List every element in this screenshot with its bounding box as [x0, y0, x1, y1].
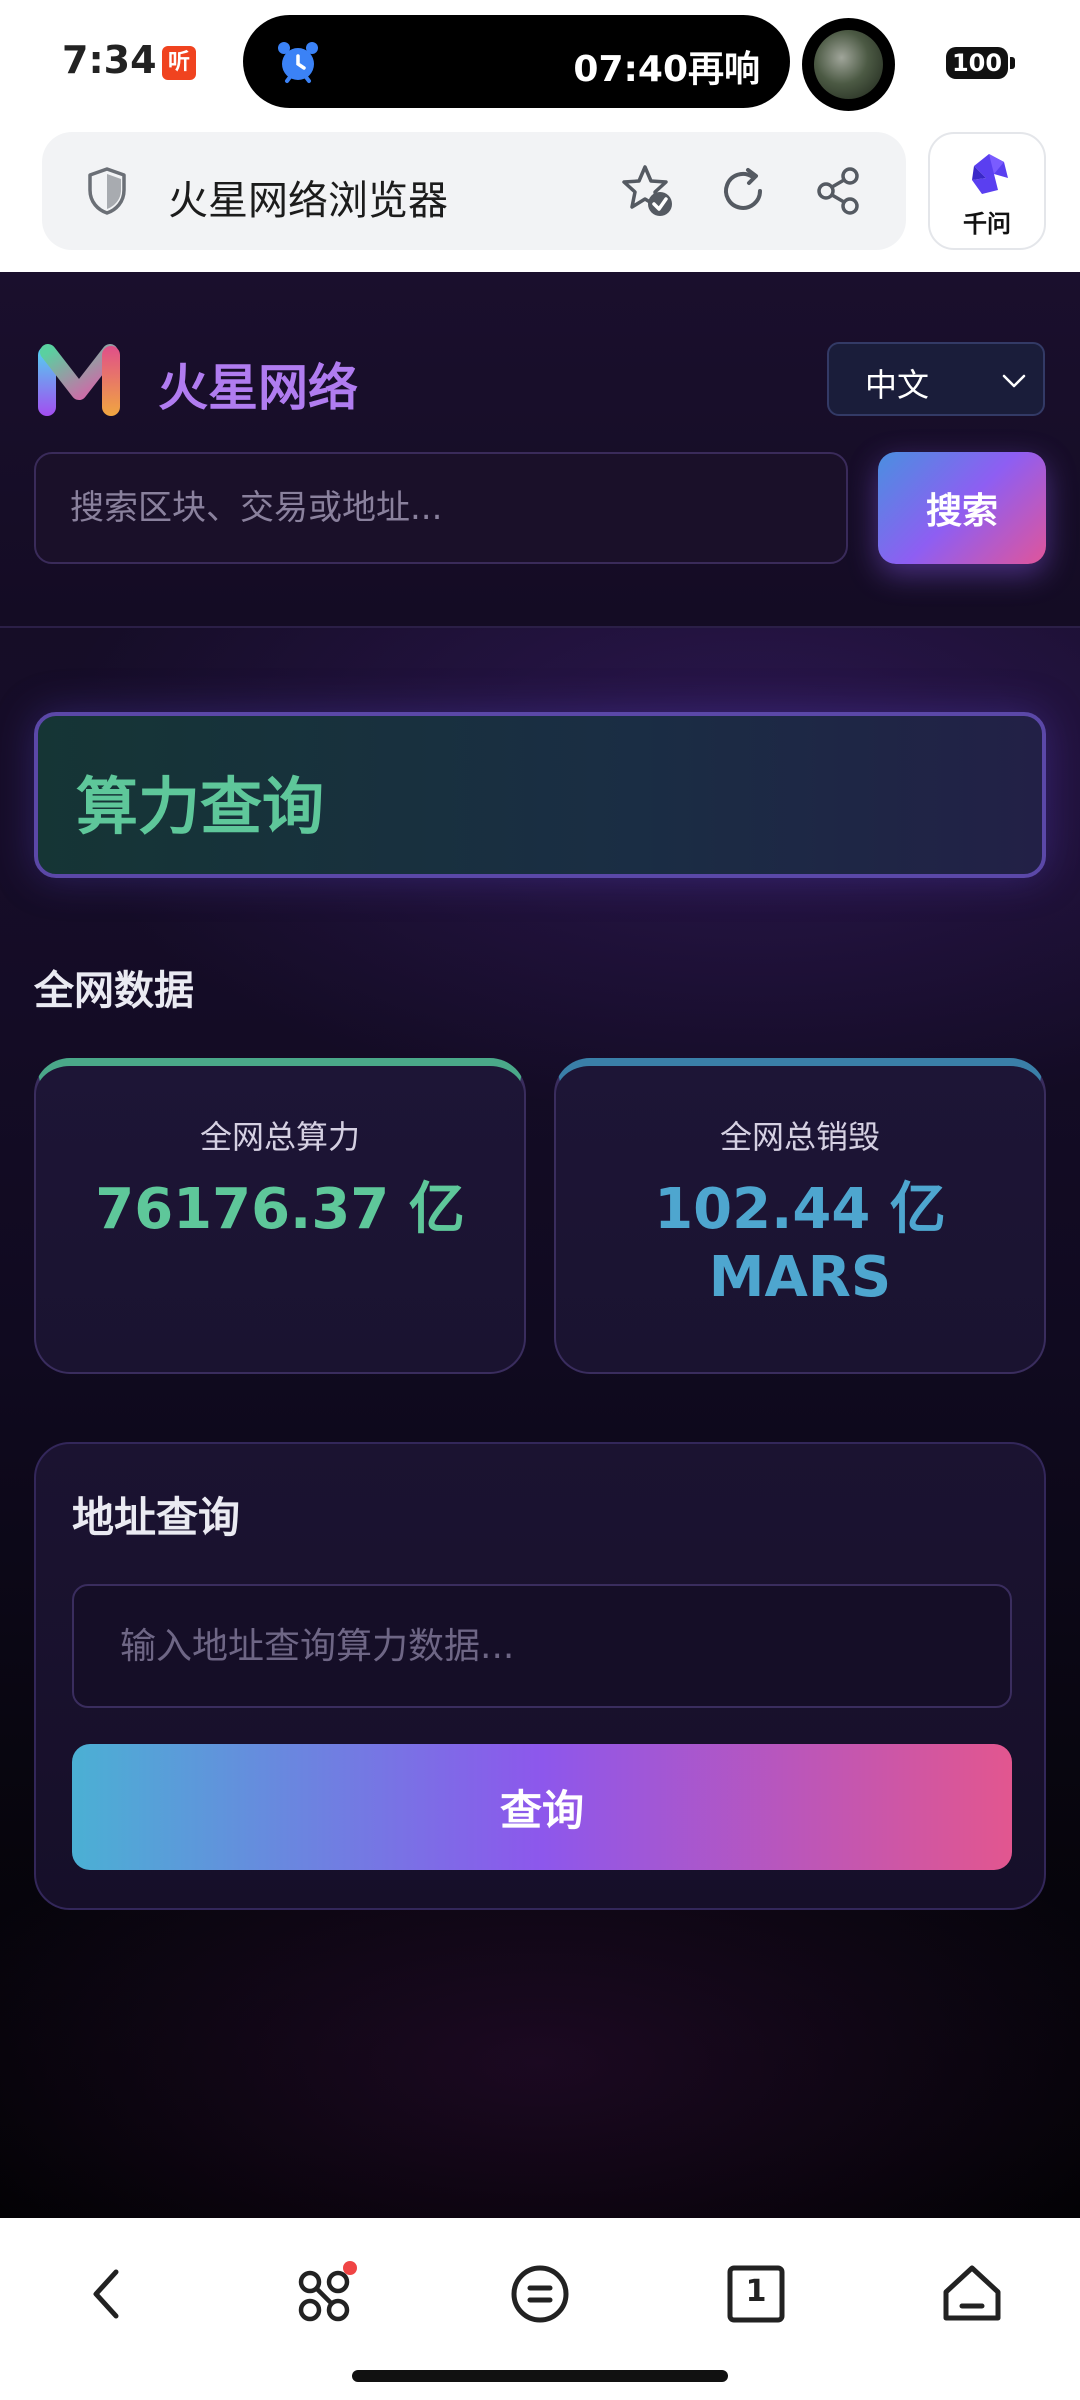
- web-page: 火星网络 中文 搜索 算力查询 全网数据 全网总算力 76176.37 亿 全网…: [0, 272, 1080, 2218]
- status-bar: 7:34 听 07:40再响 100: [0, 0, 1080, 126]
- qianwen-label: 千问: [963, 210, 1011, 238]
- language-select[interactable]: 中文: [827, 342, 1045, 416]
- total-burned-card: 全网总销毁 102.44 亿 MARS: [554, 1058, 1046, 1374]
- qianwen-icon: [972, 154, 1008, 194]
- address-query-heading: 地址查询: [72, 1493, 241, 1542]
- home-icon[interactable]: [932, 2254, 1012, 2334]
- search-button[interactable]: 搜索: [878, 452, 1046, 564]
- shield-icon[interactable]: [86, 166, 128, 216]
- stat-value: 76176.37 亿: [95, 1177, 465, 1242]
- status-time: 7:34: [62, 38, 157, 82]
- site-logo-icon[interactable]: [36, 342, 122, 418]
- dynamic-island[interactable]: 07:40再响: [243, 15, 790, 108]
- back-icon[interactable]: [68, 2254, 148, 2334]
- media-thumbnail[interactable]: [802, 18, 895, 111]
- address-bar[interactable]: 火星网络浏览器: [42, 132, 906, 250]
- reload-icon[interactable]: [716, 164, 770, 218]
- alarm-snooze-text: 07:40再响: [573, 49, 760, 90]
- tab-count: 1: [745, 2274, 767, 2309]
- listen-app-badge: 听: [162, 46, 196, 80]
- network-data-heading: 全网数据: [34, 968, 194, 1014]
- address-query-card: 地址查询 查询: [34, 1442, 1046, 1910]
- browser-toolbar: 火星网络浏览器 千问: [0, 126, 1080, 272]
- page-title: 火星网络浏览器: [168, 178, 448, 224]
- star-check-icon[interactable]: [618, 162, 676, 220]
- browser-bottom-nav: 1: [0, 2218, 1080, 2400]
- apps-icon[interactable]: [284, 2254, 364, 2334]
- stat-value: 102.44 亿 MARS: [654, 1177, 946, 1310]
- battery-indicator: 100: [946, 47, 1015, 79]
- search-input[interactable]: [34, 452, 848, 564]
- address-input[interactable]: [72, 1584, 1012, 1708]
- home-indicator[interactable]: [352, 2370, 728, 2382]
- site-header: 火星网络 中文 搜索: [0, 272, 1080, 628]
- language-value: 中文: [865, 366, 930, 404]
- qianwen-assistant-button[interactable]: 千问: [928, 132, 1046, 250]
- hero-banner: 算力查询: [34, 712, 1046, 878]
- tabs-button[interactable]: 1: [716, 2254, 796, 2334]
- share-icon[interactable]: [812, 164, 866, 218]
- hero-title: 算力查询: [76, 770, 325, 843]
- chevron-down-icon: [1002, 374, 1026, 388]
- stat-label: 全网总销毁: [719, 1118, 880, 1156]
- site-name[interactable]: 火星网络: [158, 348, 358, 420]
- stat-label: 全网总算力: [199, 1118, 360, 1156]
- menu-icon[interactable]: [500, 2254, 580, 2334]
- total-hashrate-card: 全网总算力 76176.37 亿: [34, 1058, 526, 1374]
- alarm-icon: [278, 42, 318, 83]
- query-button[interactable]: 查询: [72, 1744, 1012, 1870]
